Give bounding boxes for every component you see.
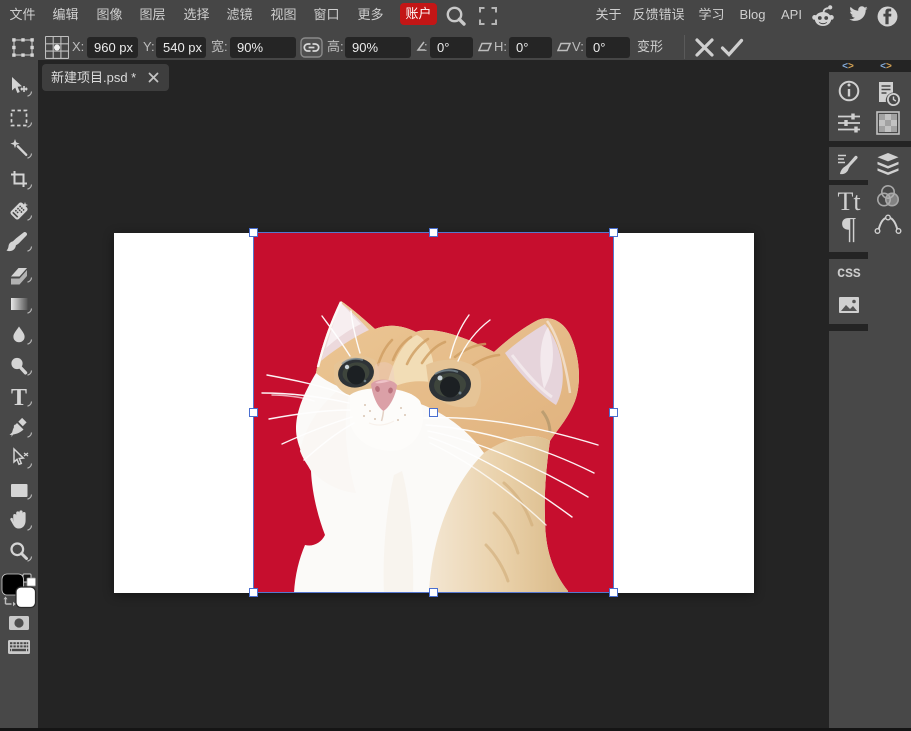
svg-text:CSS: CSS: [837, 266, 861, 281]
svg-text:T: T: [11, 385, 27, 411]
svg-text:¶: ¶: [842, 210, 856, 245]
